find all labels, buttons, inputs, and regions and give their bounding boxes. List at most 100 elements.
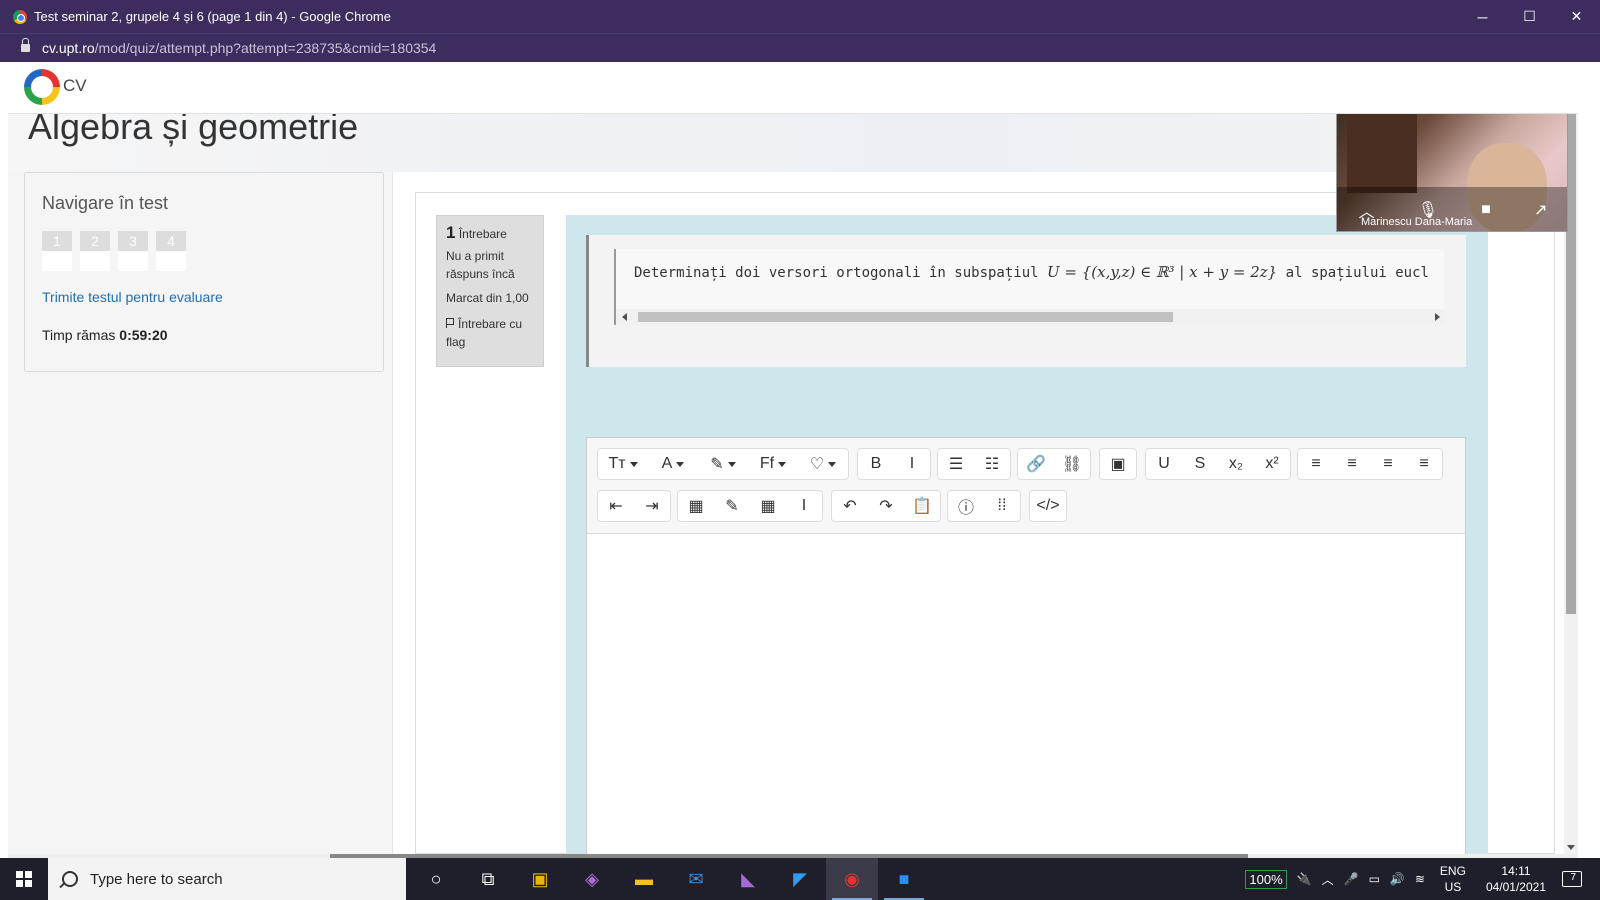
question-button-2[interactable]: 2: [80, 231, 110, 271]
flag-icon[interactable]: [446, 318, 454, 328]
windows-logo-icon: [16, 871, 32, 887]
store-icon[interactable]: ▣: [514, 858, 566, 900]
underline-button[interactable]: U: [1146, 449, 1182, 479]
subscript-button[interactable]: x₂: [1218, 449, 1254, 479]
chevron-down-icon: [676, 461, 685, 467]
toolbar-group: BI: [857, 448, 931, 480]
question-text-scroll[interactable]: Determinați doi versori ortogonali în su…: [614, 249, 1444, 325]
strikethrough-button[interactable]: S: [1182, 449, 1218, 479]
align-left-button[interactable]: ≡: [1298, 449, 1334, 479]
url-path: /mod/quiz/attempt.php?attempt=238735&cmi…: [94, 40, 437, 56]
bold-button[interactable]: B: [858, 449, 894, 479]
time-value: 0:59:20: [119, 327, 168, 343]
equation-icon: ▦: [688, 498, 704, 515]
zoom-video-overlay[interactable]: ︿ 🎙 ■ ↗ Marinescu Dana-Maria: [1336, 102, 1568, 232]
url-text[interactable]: cv.upt.ro/mod/quiz/attempt.php?attempt=2…: [42, 40, 436, 56]
highlight-button[interactable]: ♡: [798, 449, 848, 479]
show-hidden-icons-icon[interactable]: ︿: [1322, 871, 1334, 888]
question-button-3[interactable]: 3: [118, 231, 148, 271]
language-indicator[interactable]: ENG US: [1440, 863, 1466, 895]
battery-percentage[interactable]: 100%: [1245, 869, 1287, 889]
link-button[interactable]: 🔗: [1018, 449, 1054, 479]
align-justify-button[interactable]: ≡: [1406, 449, 1442, 479]
chrome-taskbar-icon[interactable]: ◉: [826, 858, 878, 900]
clock[interactable]: 14:11 04/01/2021: [1486, 863, 1546, 895]
paste-icon: 📋: [912, 498, 932, 515]
maximize-button[interactable]: ☐: [1506, 0, 1553, 33]
notification-icon[interactable]: 7: [1562, 871, 1582, 887]
cortana-icon[interactable]: ○: [410, 858, 462, 900]
scroll-thumb[interactable]: [638, 312, 1173, 322]
ordered-list-button[interactable]: ☷: [974, 449, 1010, 479]
share-icon[interactable]: ↗: [1534, 200, 1547, 220]
unlink-button[interactable]: ⛓: [1054, 449, 1090, 479]
html-button[interactable]: </>: [1030, 491, 1066, 521]
power-plug-icon[interactable]: 🔌: [1297, 872, 1312, 886]
question-status: [80, 251, 110, 271]
question-button-1[interactable]: 1: [42, 231, 72, 271]
scroll-right-arrow-icon[interactable]: [1435, 313, 1440, 321]
task-view-icon[interactable]: ⧉: [462, 858, 514, 900]
battery-icon[interactable]: ▭: [1369, 872, 1380, 886]
image-button[interactable]: ▣: [1100, 449, 1136, 479]
indent-button[interactable]: ⇥: [634, 491, 670, 521]
file-explorer-icon[interactable]: ▬: [618, 858, 670, 900]
flag-label[interactable]: Întrebare cu flag: [446, 317, 522, 349]
mail-icon[interactable]: ✉: [670, 858, 722, 900]
toolbar-group: 🔗 ⛓: [1017, 448, 1091, 480]
question-button-4[interactable]: 4: [156, 231, 186, 271]
visual-studio-icon[interactable]: ◣: [722, 858, 774, 900]
unordered-list-button[interactable]: ☰: [938, 449, 974, 479]
start-button[interactable]: [0, 858, 48, 900]
clear-format-button[interactable]: I: [786, 491, 822, 521]
align-right-button[interactable]: ≡: [1370, 449, 1406, 479]
submit-quiz-link[interactable]: Trimite testul pentru evaluare: [42, 289, 223, 305]
question-horizontal-scrollbar[interactable]: [616, 309, 1444, 325]
site-name[interactable]: CV: [63, 76, 87, 96]
table-button[interactable]: ▦: [750, 491, 786, 521]
question-number: 3: [118, 231, 148, 251]
redo-button[interactable]: ↷: [868, 491, 904, 521]
taskbar-search-box[interactable]: Type here to search: [48, 858, 406, 900]
align-center-button[interactable]: ≡: [1334, 449, 1370, 479]
address-bar[interactable]: cv.upt.ro/mod/quiz/attempt.php?attempt=2…: [0, 33, 1600, 62]
scroll-down-arrow-icon[interactable]: [1567, 845, 1575, 850]
wifi-icon[interactable]: ≋: [1415, 872, 1425, 886]
lock-icon[interactable]: [21, 38, 30, 53]
quiz-navigation-block: Navigare în test 1 2 3 4 Trimite testul …: [24, 172, 384, 372]
keyboard-layout: US: [1444, 880, 1462, 894]
close-button[interactable]: ✕: [1553, 0, 1600, 33]
photo-app-icon[interactable]: ◈: [566, 858, 618, 900]
cv-logo-icon[interactable]: [24, 69, 60, 105]
italic-button[interactable]: I: [894, 449, 930, 479]
superscript-button[interactable]: x²: [1254, 449, 1290, 479]
indent-icon: ⇥: [645, 498, 659, 515]
scroll-left-arrow-icon[interactable]: [622, 313, 627, 321]
edit-button[interactable]: ✎: [714, 491, 750, 521]
answer-editor: Tт A ✎ Ff ♡ B I ☰ ☷ 🔗 ⛓ ▣ U Sx₂ x² ≡ ≡ ≡ ≡ ⇤ ⇥ ▦ ✎ ▦ I ↶ ↷ 📋 ⓘ ⁞⁞ </>: [586, 437, 1466, 854]
vscode-icon[interactable]: ◤: [774, 858, 826, 900]
subscript-icon: x₂: [1228, 455, 1244, 472]
paste-button[interactable]: 📋: [904, 491, 940, 521]
answer-text-area[interactable]: [587, 534, 1465, 854]
question-number: 1: [42, 231, 72, 251]
accessibility-button[interactable]: ⓘ: [948, 491, 984, 521]
background-color-button[interactable]: ✎: [698, 449, 748, 479]
video-camera-icon[interactable]: ■: [1481, 201, 1491, 219]
undo-button[interactable]: ↶: [832, 491, 868, 521]
font-color-button[interactable]: A: [648, 449, 698, 479]
minimize-button[interactable]: ─: [1459, 0, 1506, 33]
volume-icon[interactable]: 🔊: [1390, 872, 1405, 886]
flag-question[interactable]: Întrebare cu flag: [446, 315, 534, 351]
paragraph-style-button[interactable]: Tт: [598, 449, 648, 479]
question-math: U = {(x,y,z) ∈ ℝ³ | x + y = 2z}: [1047, 263, 1278, 281]
background-color-icon: ✎: [710, 456, 724, 473]
microphone-icon[interactable]: 🎤: [1344, 872, 1359, 886]
zoom-taskbar-icon[interactable]: ■: [878, 858, 930, 900]
chrome-icon: [13, 9, 27, 24]
screenreader-button[interactable]: ⁞⁞: [984, 491, 1020, 521]
accessibility-icon: ⓘ: [957, 500, 974, 517]
outdent-button[interactable]: ⇤: [598, 491, 634, 521]
font-family-button[interactable]: Ff: [748, 449, 798, 479]
equation-button[interactable]: ▦: [678, 491, 714, 521]
